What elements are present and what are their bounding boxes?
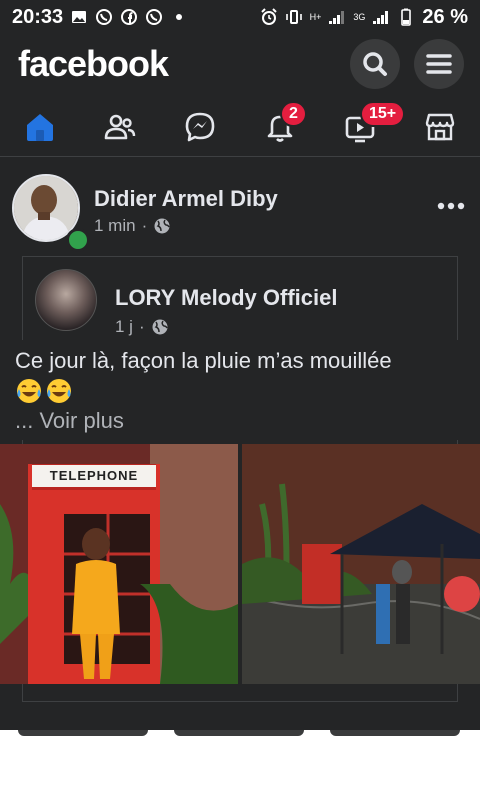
status-time: 20:33 [12, 5, 64, 28]
post-time[interactable]: 1 min [94, 216, 136, 236]
store-icon [425, 113, 455, 141]
like-button[interactable] [18, 730, 148, 736]
see-more-link[interactable]: ... Voir plus [15, 406, 465, 436]
shared-post-time[interactable]: 1 j [115, 317, 133, 337]
messenger-icon [185, 112, 215, 142]
post-author-name[interactable]: Didier Armel Diby [94, 186, 278, 212]
home-icon [27, 114, 53, 141]
post-body: Ce jour là, façon la pluie m’as mouillée… [0, 340, 480, 440]
vibrate-icon [285, 8, 303, 26]
photo-right-image [242, 444, 480, 684]
shared-author-name[interactable]: LORY Melody Officiel [115, 285, 337, 311]
globe-icon [154, 218, 170, 234]
photo-rainy-set[interactable] [242, 444, 480, 684]
status-bar: 20:33 H+ 3G 26 % [0, 0, 480, 34]
facebook-icon [120, 8, 138, 26]
tab-watch[interactable]: 15+ [336, 101, 406, 151]
dot-icon [170, 8, 188, 26]
feed-post: Didier Armel Diby 1 min · LORY Melody Of… [0, 162, 480, 722]
status-right: H+ 3G 26 % [260, 6, 468, 29]
share-button[interactable] [330, 730, 460, 736]
laugh-cry-emoji [17, 379, 41, 403]
laugh-cry-emoji [47, 379, 71, 403]
friends-icon [104, 114, 136, 140]
signal-icon [372, 8, 390, 26]
whatsapp-icon [145, 8, 163, 26]
search-button[interactable] [350, 39, 400, 89]
comment-button[interactable] [174, 730, 304, 736]
reaction-bar [0, 730, 480, 800]
post-header: Didier Armel Diby 1 min · [12, 174, 468, 252]
post-more-button[interactable] [436, 194, 466, 218]
battery-icon [397, 8, 415, 26]
tab-notifications[interactable]: 2 [256, 101, 307, 151]
status-left: 20:33 [12, 6, 188, 29]
tab-marketplace[interactable] [416, 103, 464, 151]
shared-author-avatar[interactable] [35, 269, 97, 331]
search-icon [363, 52, 387, 76]
meta-separator: · [141, 216, 148, 235]
network-type-label: H+ [309, 11, 322, 22]
more-dots-icon [437, 202, 465, 210]
tab-home[interactable] [16, 103, 64, 151]
app-header: facebook [0, 34, 480, 94]
watch-badge: 15+ [360, 101, 406, 127]
emoji-row [15, 376, 465, 406]
post-photos: TELEPHONE [0, 444, 480, 684]
tab-messenger[interactable] [176, 103, 224, 151]
notification-badge: 2 [280, 101, 307, 127]
battery-level: 26 % [422, 5, 468, 28]
globe-icon [152, 319, 168, 335]
menu-icon [426, 54, 452, 74]
facebook-logo[interactable]: facebook [18, 43, 169, 85]
post-text: Ce jour là, façon la pluie m’as mouillée [15, 348, 392, 373]
gallery-icon [70, 8, 88, 26]
online-indicator [66, 228, 90, 252]
telephone-sign: TELEPHONE [32, 465, 156, 487]
shared-post-meta: 1 j · [115, 317, 169, 337]
tab-bar: 2 15+ [0, 98, 480, 157]
whatsapp-icon [95, 8, 113, 26]
signal-icon [328, 8, 346, 26]
meta-separator: · [138, 317, 145, 336]
photo-telephone-booth[interactable]: TELEPHONE [0, 444, 238, 684]
tab-friends[interactable] [96, 103, 144, 151]
post-meta: 1 min · [94, 216, 171, 236]
avatar-portrait [14, 176, 78, 240]
menu-button[interactable] [414, 39, 464, 89]
header-actions [350, 39, 464, 89]
alarm-icon [260, 8, 278, 26]
network-3g-label: 3G [353, 11, 366, 22]
